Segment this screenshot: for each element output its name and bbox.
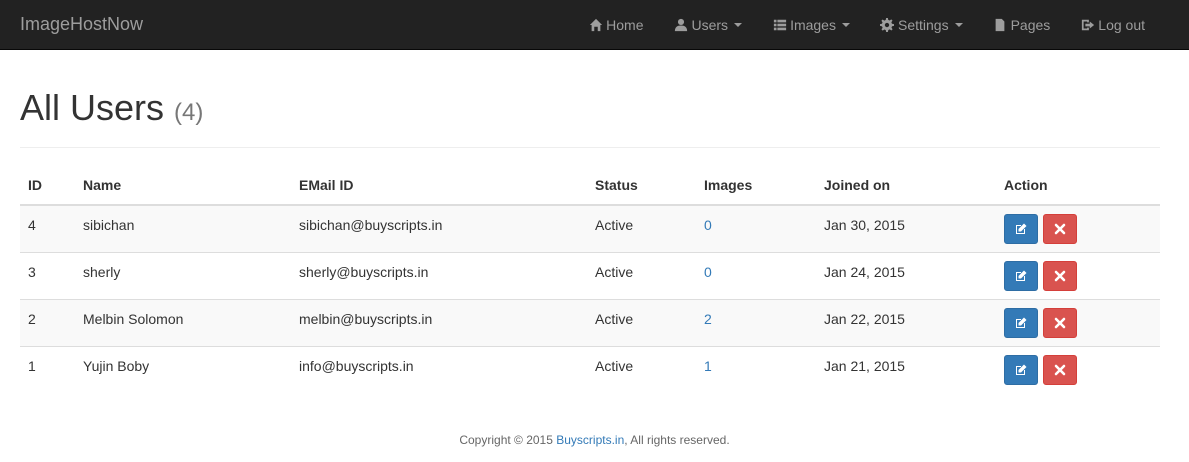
delete-user-button[interactable] [1042,260,1077,291]
cell-email: sibichan@buyscripts.in [291,205,587,252]
cell-email: melbin@buyscripts.in [291,298,587,346]
edit-icon [1016,364,1027,375]
footer-link[interactable]: Buyscripts.in [556,433,624,447]
nav-users-dropdown[interactable]: Users [659,0,758,50]
file-icon [993,18,1008,33]
nav-logout-label: Log out [1098,17,1145,33]
close-icon [1054,270,1066,281]
cell-images: 0 [696,205,816,252]
cell-joined: Jan 22, 2015 [816,298,996,346]
cell-id: 2 [20,298,75,346]
cell-name: Melbin Solomon [75,298,291,346]
cell-joined: Jan 24, 2015 [816,251,996,299]
cell-joined: Jan 21, 2015 [816,345,996,393]
brand-logo-link[interactable]: ImageHostNow [20,14,143,34]
nav-settings-label: Settings [897,17,949,33]
edit-user-button[interactable] [1004,213,1038,244]
chevron-down-icon [734,23,743,27]
images-count-link[interactable]: 0 [704,264,712,280]
header-status: Status [587,166,696,206]
footer-copyright: Copyright © 2015 [459,433,557,447]
nav-logout[interactable]: Log out [1065,0,1160,50]
cell-action [996,298,1160,346]
home-icon [588,18,603,33]
cell-status: Active [587,345,696,393]
close-icon [1054,364,1066,376]
footer: Copyright © 2015 Buyscripts.in, All righ… [0,432,1189,448]
images-count-link[interactable]: 1 [704,358,712,374]
edit-icon [1016,317,1027,328]
table-header-row: ID Name EMail ID Status Images Joined on… [20,166,1160,206]
page-title-text: All Users [20,87,165,128]
delete-user-button[interactable] [1042,354,1077,385]
chevron-down-icon [954,23,963,27]
delete-user-button[interactable] [1042,307,1077,338]
gear-icon [880,18,895,33]
cell-id: 4 [20,205,75,252]
nav-home[interactable]: Home [573,0,658,50]
table-row: 3 sherly sherly@buyscripts.in Active 0 J… [20,251,1160,299]
close-icon [1054,223,1066,235]
cell-name: Yujin Boby [75,345,291,393]
header-id: ID [20,166,75,206]
nav-pages-label: Pages [1010,17,1051,33]
chevron-down-icon [841,23,850,27]
users-table: ID Name EMail ID Status Images Joined on… [20,166,1160,393]
cell-action [996,205,1160,252]
cell-action [996,251,1160,299]
cell-email: info@buyscripts.in [291,345,587,393]
cell-joined: Jan 30, 2015 [816,205,996,252]
nav-images-label: Images [790,17,836,33]
header-images: Images [696,166,816,206]
user-count: (4) [174,99,204,126]
edit-user-button[interactable] [1004,260,1038,291]
images-count-link[interactable]: 2 [704,311,712,327]
cell-id: 3 [20,251,75,299]
delete-user-button[interactable] [1042,213,1077,244]
nav-settings-dropdown[interactable]: Settings [865,0,978,50]
cell-images: 2 [696,298,816,346]
header-name: Name [75,166,291,206]
nav-home-label: Home [606,17,644,33]
cell-name: sibichan [75,205,291,252]
edit-icon [1016,270,1027,281]
cell-status: Active [587,298,696,346]
top-navbar: ImageHostNow Home Users Images Settings … [0,0,1189,50]
cell-images: 0 [696,251,816,299]
cell-email: sherly@buyscripts.in [291,251,587,299]
images-count-link[interactable]: 0 [704,217,712,233]
logout-icon [1080,18,1095,33]
cell-id: 1 [20,345,75,393]
header-action: Action [996,166,1160,206]
nav-images-dropdown[interactable]: Images [757,0,865,50]
table-row: 1 Yujin Boby info@buyscripts.in Active 1… [20,345,1160,393]
cell-status: Active [587,205,696,252]
close-icon [1054,317,1066,328]
page-title: All Users (4) [20,86,1160,135]
footer-rights: , All rights reserved. [624,433,730,447]
nav-pages[interactable]: Pages [978,0,1066,50]
page-header: All Users (4) [20,86,1160,148]
user-icon [674,18,689,33]
cell-status: Active [587,251,696,299]
list-icon [772,18,787,33]
cell-action [996,345,1160,393]
edit-user-button[interactable] [1004,354,1038,385]
cell-name: sherly [75,251,291,299]
table-row: 4 sibichan sibichan@buyscripts.in Active… [20,205,1160,252]
main-nav: Home Users Images Settings Pages Log out [573,0,1160,50]
edit-user-button[interactable] [1004,307,1038,338]
cell-images: 1 [696,345,816,393]
header-joined: Joined on [816,166,996,206]
header-email: EMail ID [291,166,587,206]
edit-icon [1016,223,1027,234]
nav-users-label: Users [691,17,729,33]
table-row: 2 Melbin Solomon melbin@buyscripts.in Ac… [20,298,1160,346]
